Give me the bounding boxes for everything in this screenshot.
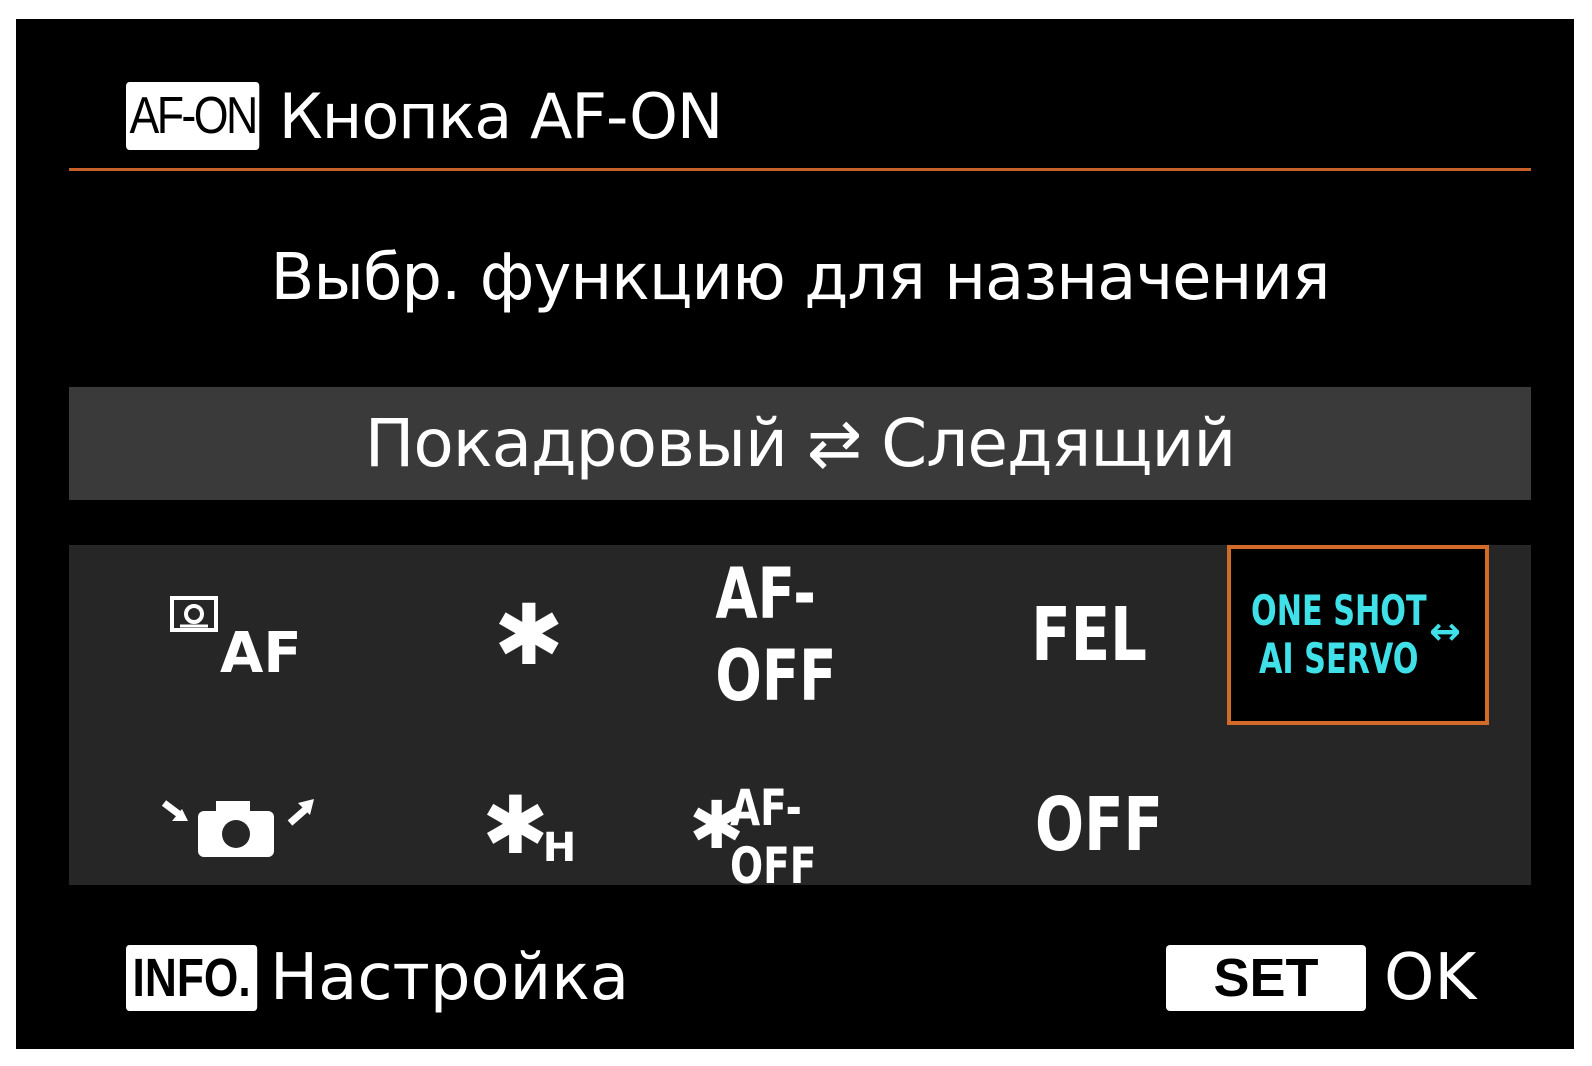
page-title: Кнопка AF-ON (278, 79, 724, 153)
off-label: OFF (1035, 782, 1163, 868)
ai-servo-label: AI SERVO (1259, 634, 1419, 683)
set-button-badge[interactable]: SET (1166, 945, 1366, 1011)
ae-lock-hold-option[interactable]: ✱ H (464, 765, 594, 885)
one-shot-label: ONE SHOT (1251, 586, 1427, 635)
af-off-option[interactable]: AF-OFF (689, 553, 929, 717)
menu-header: AF-ON Кнопка AF-ON (126, 79, 724, 153)
info-settings-hint: INFO. Настройка (126, 941, 629, 1015)
instruction-text: Выбр. функцию для назначения (270, 241, 1331, 315)
af-off-subscript: AF-OFF (730, 779, 817, 895)
function-grid: AF ✱ AF-OFF FEL ONE SHOT AI SERVO ↔ ✱ H … (69, 545, 1531, 895)
info-label: Настройка (270, 941, 630, 1015)
header-divider (69, 168, 1531, 171)
set-ok-hint: SET OK (1166, 941, 1476, 1015)
selected-function-name: Покадровый ⇄ Следящий (69, 387, 1531, 500)
fel-label: FEL (1031, 592, 1147, 678)
fel-option[interactable]: FEL (999, 575, 1179, 695)
ok-label: OK (1384, 941, 1477, 1015)
ae-lock-hold-icon: ✱ (481, 778, 549, 872)
af-off-label: AF-OFF (715, 553, 837, 717)
info-button-badge[interactable]: INFO. (126, 945, 258, 1011)
ae-lock-option[interactable]: ✱ (469, 575, 589, 695)
hold-subscript: H (542, 825, 577, 871)
ae-lock-af-off-option[interactable]: ✱ AF-OFF (689, 765, 929, 895)
metering-af-icon: AF (170, 596, 302, 680)
off-option[interactable]: OFF (999, 765, 1199, 885)
switch-arrow-icon: ↔ (1429, 609, 1461, 653)
metering-af-label: AF (220, 621, 302, 680)
camera-menu-screen: AF-ON Кнопка AF-ON Выбр. функцию для наз… (16, 19, 1574, 1049)
camera-capture-mode-icon (161, 799, 314, 857)
ae-lock-asterisk-icon: ✱ (493, 586, 565, 684)
capture-mode-option[interactable] (149, 765, 329, 885)
af-on-badge: AF-ON (126, 82, 260, 150)
metering-af-option[interactable]: AF (149, 575, 329, 695)
one-shot-ai-servo-option[interactable]: ONE SHOT AI SERVO ↔ (1227, 545, 1489, 725)
